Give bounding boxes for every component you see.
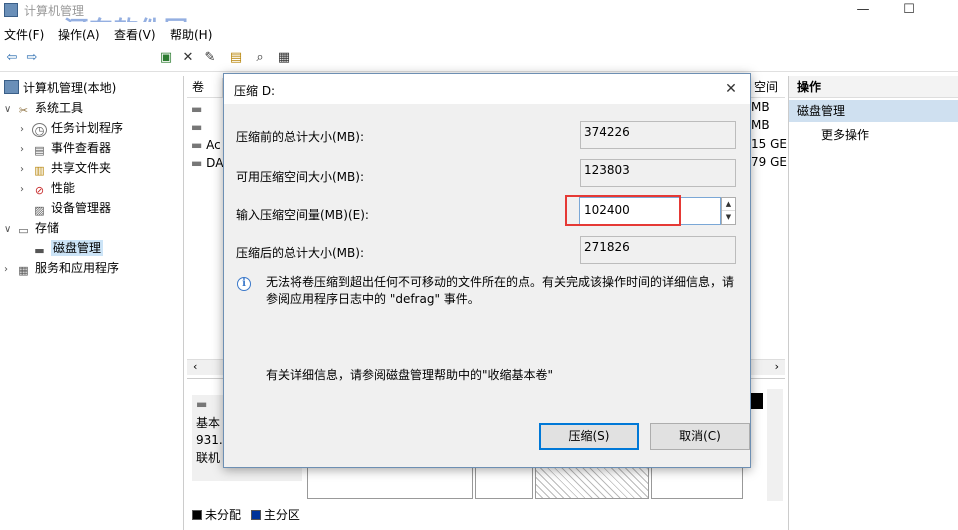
info-message: 无法将卷压缩到超出任何不可移动的文件所在的点。有关完成该操作时间的详细信息，请参… xyxy=(266,275,735,306)
dialog-title: 压缩 D: xyxy=(234,84,276,98)
device-manager-icon: ▨ xyxy=(34,204,45,217)
column-header-volume[interactable]: 卷 xyxy=(187,78,223,98)
legend-swatch-primary xyxy=(250,510,261,520)
tree-item-task-scheduler[interactable]: › ◷ 任务计划程序 xyxy=(20,118,123,138)
shared-folder-icon: ▥ xyxy=(34,164,45,177)
tree-item-services-apps[interactable]: › ▦ 服务和应用程序 xyxy=(4,258,119,278)
shrink-button[interactable]: 压缩(S) xyxy=(539,423,639,450)
back-arrow-icon[interactable]: ⇦ xyxy=(4,50,20,66)
window-title-bar: 计算机管理 — ☐ xyxy=(0,0,958,22)
tree-item-shared-folders[interactable]: › ▥ 共享文件夹 xyxy=(20,158,111,178)
free-space-cell: 15 GE xyxy=(751,137,787,151)
total-before-value: 374226 xyxy=(580,121,736,149)
tools-icon: ✂ xyxy=(18,104,29,117)
open-folder-icon[interactable]: ▤ xyxy=(228,50,244,66)
chevron-down-icon[interactable]: ∨ xyxy=(4,100,16,120)
legend: 未分配 主分区 xyxy=(192,506,300,524)
chevron-right-icon[interactable]: › xyxy=(20,140,32,160)
scroll-right-icon[interactable]: › xyxy=(775,360,779,373)
disk-row-icon: ▬ xyxy=(191,102,203,116)
window-title: 计算机管理 xyxy=(24,4,85,18)
tree-item-performance[interactable]: › ⊘ 性能 xyxy=(20,178,75,198)
shrink-amount-stepper[interactable]: ▲ ▼ xyxy=(721,197,736,225)
services-icon: ▦ xyxy=(18,264,29,277)
vertical-scrollbar[interactable] xyxy=(767,389,783,501)
forward-arrow-icon[interactable]: ⇨ xyxy=(24,50,40,66)
menu-file[interactable]: 文件(F) xyxy=(4,26,44,43)
menu-action[interactable]: 操作(A) xyxy=(58,26,100,43)
tree-item-system-tools[interactable]: ∨ ✂ 系统工具 xyxy=(4,98,83,118)
menu-bar: 文件(F) 操作(A) 查看(V) 帮助(H) xyxy=(0,22,958,46)
chevron-right-icon[interactable]: › xyxy=(20,180,32,200)
delete-icon[interactable]: ✕ xyxy=(180,50,196,66)
navigation-tree: 计算机管理(本地) ∨ ✂ 系统工具 › ◷ 任务计划程序 › ▤ 事件查看器 › ▥ 共享文件… xyxy=(0,76,184,530)
total-before-label: 压缩前的总计大小(MB): xyxy=(236,130,364,144)
available-label: 可用压缩空间大小(MB): xyxy=(236,170,364,184)
chevron-up-icon[interactable]: ▲ xyxy=(722,198,735,211)
edit-icon[interactable]: ✎ xyxy=(202,50,218,66)
available-value: 123803 xyxy=(580,159,736,187)
computer-management-icon xyxy=(4,3,18,17)
free-space-cell: MB xyxy=(751,118,770,132)
event-log-icon: ▤ xyxy=(34,144,45,157)
properties-icon[interactable]: ▣ xyxy=(158,50,174,66)
actions-header: 操作 xyxy=(789,76,958,98)
search-icon[interactable]: ⌕ xyxy=(252,50,268,66)
tree-item-storage[interactable]: ∨ ▭ 存储 xyxy=(4,218,59,238)
volume-row-ac[interactable]: ▬ Ac xyxy=(191,138,221,152)
performance-icon: ⊘ xyxy=(34,184,45,197)
cancel-button[interactable]: 取消(C) xyxy=(650,423,750,450)
input-amount-label: 输入压缩空间量(MB)(E): xyxy=(236,208,369,222)
actions-section-disk-management[interactable]: 磁盘管理 xyxy=(789,100,958,122)
toolbar: ⇦ ⇨ ▣ ✕ ✎ ▤ ⌕ ▦ xyxy=(0,46,958,72)
chevron-down-icon[interactable]: ▼ xyxy=(722,211,735,224)
help-message: 有关详细信息，请参阅磁盘管理帮助中的"收缩基本卷" xyxy=(266,368,554,382)
close-icon[interactable]: ✕ xyxy=(718,76,744,102)
unallocated-marker xyxy=(749,393,763,409)
tree-item-disk-management[interactable]: ▬ 磁盘管理 xyxy=(32,238,104,258)
close-window-button[interactable] xyxy=(912,0,958,22)
column-header-free[interactable]: 空间 xyxy=(749,78,785,98)
chevron-right-icon[interactable]: › xyxy=(4,260,16,280)
total-after-label: 压缩后的总计大小(MB): xyxy=(236,246,364,260)
chevron-right-icon[interactable]: › xyxy=(20,160,32,180)
storage-icon: ▭ xyxy=(18,224,29,237)
chevron-right-icon[interactable]: › xyxy=(20,120,32,140)
minimize-button[interactable]: — xyxy=(840,0,886,22)
menu-help[interactable]: 帮助(H) xyxy=(170,26,212,43)
disk-row-icon: ▬ xyxy=(191,120,203,134)
more-actions-link[interactable]: 更多操作 xyxy=(821,126,869,143)
tree-item-device-manager[interactable]: ▨ 设备管理器 xyxy=(32,198,111,218)
shrink-amount-input[interactable]: 102400 xyxy=(579,197,721,225)
chevron-down-icon[interactable]: ∨ xyxy=(4,220,16,240)
legend-swatch-unallocated xyxy=(192,510,202,520)
total-after-value: 271826 xyxy=(580,236,736,264)
free-space-cell: 79 GE xyxy=(751,155,787,169)
disk-icon: ▬ xyxy=(34,244,45,257)
menu-view[interactable]: 查看(V) xyxy=(114,26,156,43)
dialog-title-bar: 压缩 D: ✕ xyxy=(224,74,750,104)
free-space-cell: MB xyxy=(751,100,770,114)
shrink-dialog: 压缩 D: ✕ 压缩前的总计大小(MB): 374226 可用压缩空间大小(MB… xyxy=(223,73,751,468)
grid-view-icon[interactable]: ▦ xyxy=(276,50,292,66)
scroll-left-icon[interactable]: ‹ xyxy=(193,360,197,373)
computer-icon xyxy=(4,80,19,94)
info-icon: i xyxy=(237,277,251,291)
tree-item-event-viewer[interactable]: › ▤ 事件查看器 xyxy=(20,138,111,158)
tree-item-root[interactable]: 计算机管理(本地) xyxy=(4,78,116,98)
actions-pane: 操作 磁盘管理 更多操作 xyxy=(788,76,958,530)
volume-row-da[interactable]: ▬ DA xyxy=(191,156,223,170)
clock-icon: ◷ xyxy=(32,123,47,137)
